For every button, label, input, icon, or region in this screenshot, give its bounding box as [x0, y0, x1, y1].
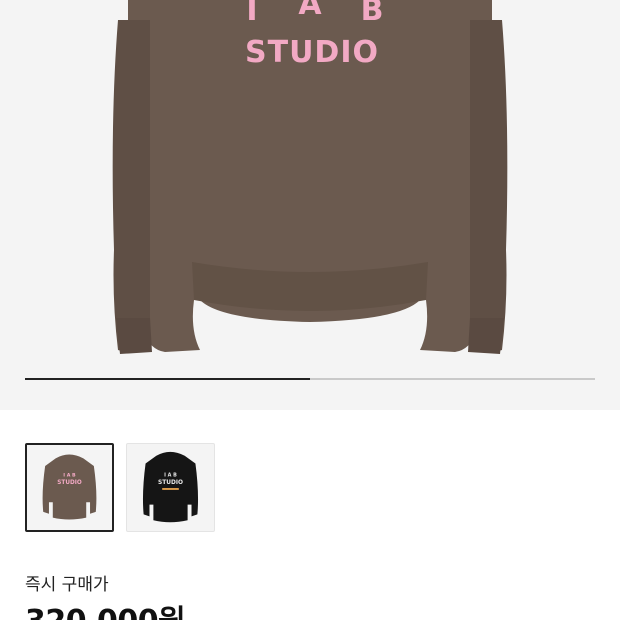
black-hoodie-thumb-image: I A B STUDIO [142, 451, 199, 523]
thumbnail-brown-hoodie[interactable]: I A B STUDIO [25, 443, 114, 532]
carousel-progress-fill [25, 378, 310, 380]
print-letter-b: B [361, 0, 384, 28]
price-value: 320,000원 [25, 596, 186, 620]
carousel-progress-track [25, 378, 595, 380]
print-letter-a: A [298, 0, 322, 22]
thumb-print-letters: I A B [63, 473, 76, 479]
thumb-black-print-accent [162, 487, 179, 490]
thumb-black-print-word: STUDIO [158, 480, 183, 486]
thumb-black-print-letters: I A B [164, 472, 177, 478]
hoodie-image: I A B STUDIO [112, 0, 508, 354]
product-image-carousel[interactable]: I A B STUDIO [0, 0, 620, 410]
thumbnail-black-hoodie[interactable]: I A B STUDIO [126, 443, 215, 532]
brown-hoodie-thumb-image: I A B STUDIO [42, 454, 97, 520]
price-label: 즉시 구매가 [25, 575, 109, 595]
print-letter-i: I [246, 0, 257, 28]
print-word: STUDIO [245, 35, 379, 70]
thumb-print-word: STUDIO [57, 480, 82, 486]
thumbnail-strip: I A B STUDIO I A B STUDIO [25, 443, 215, 532]
